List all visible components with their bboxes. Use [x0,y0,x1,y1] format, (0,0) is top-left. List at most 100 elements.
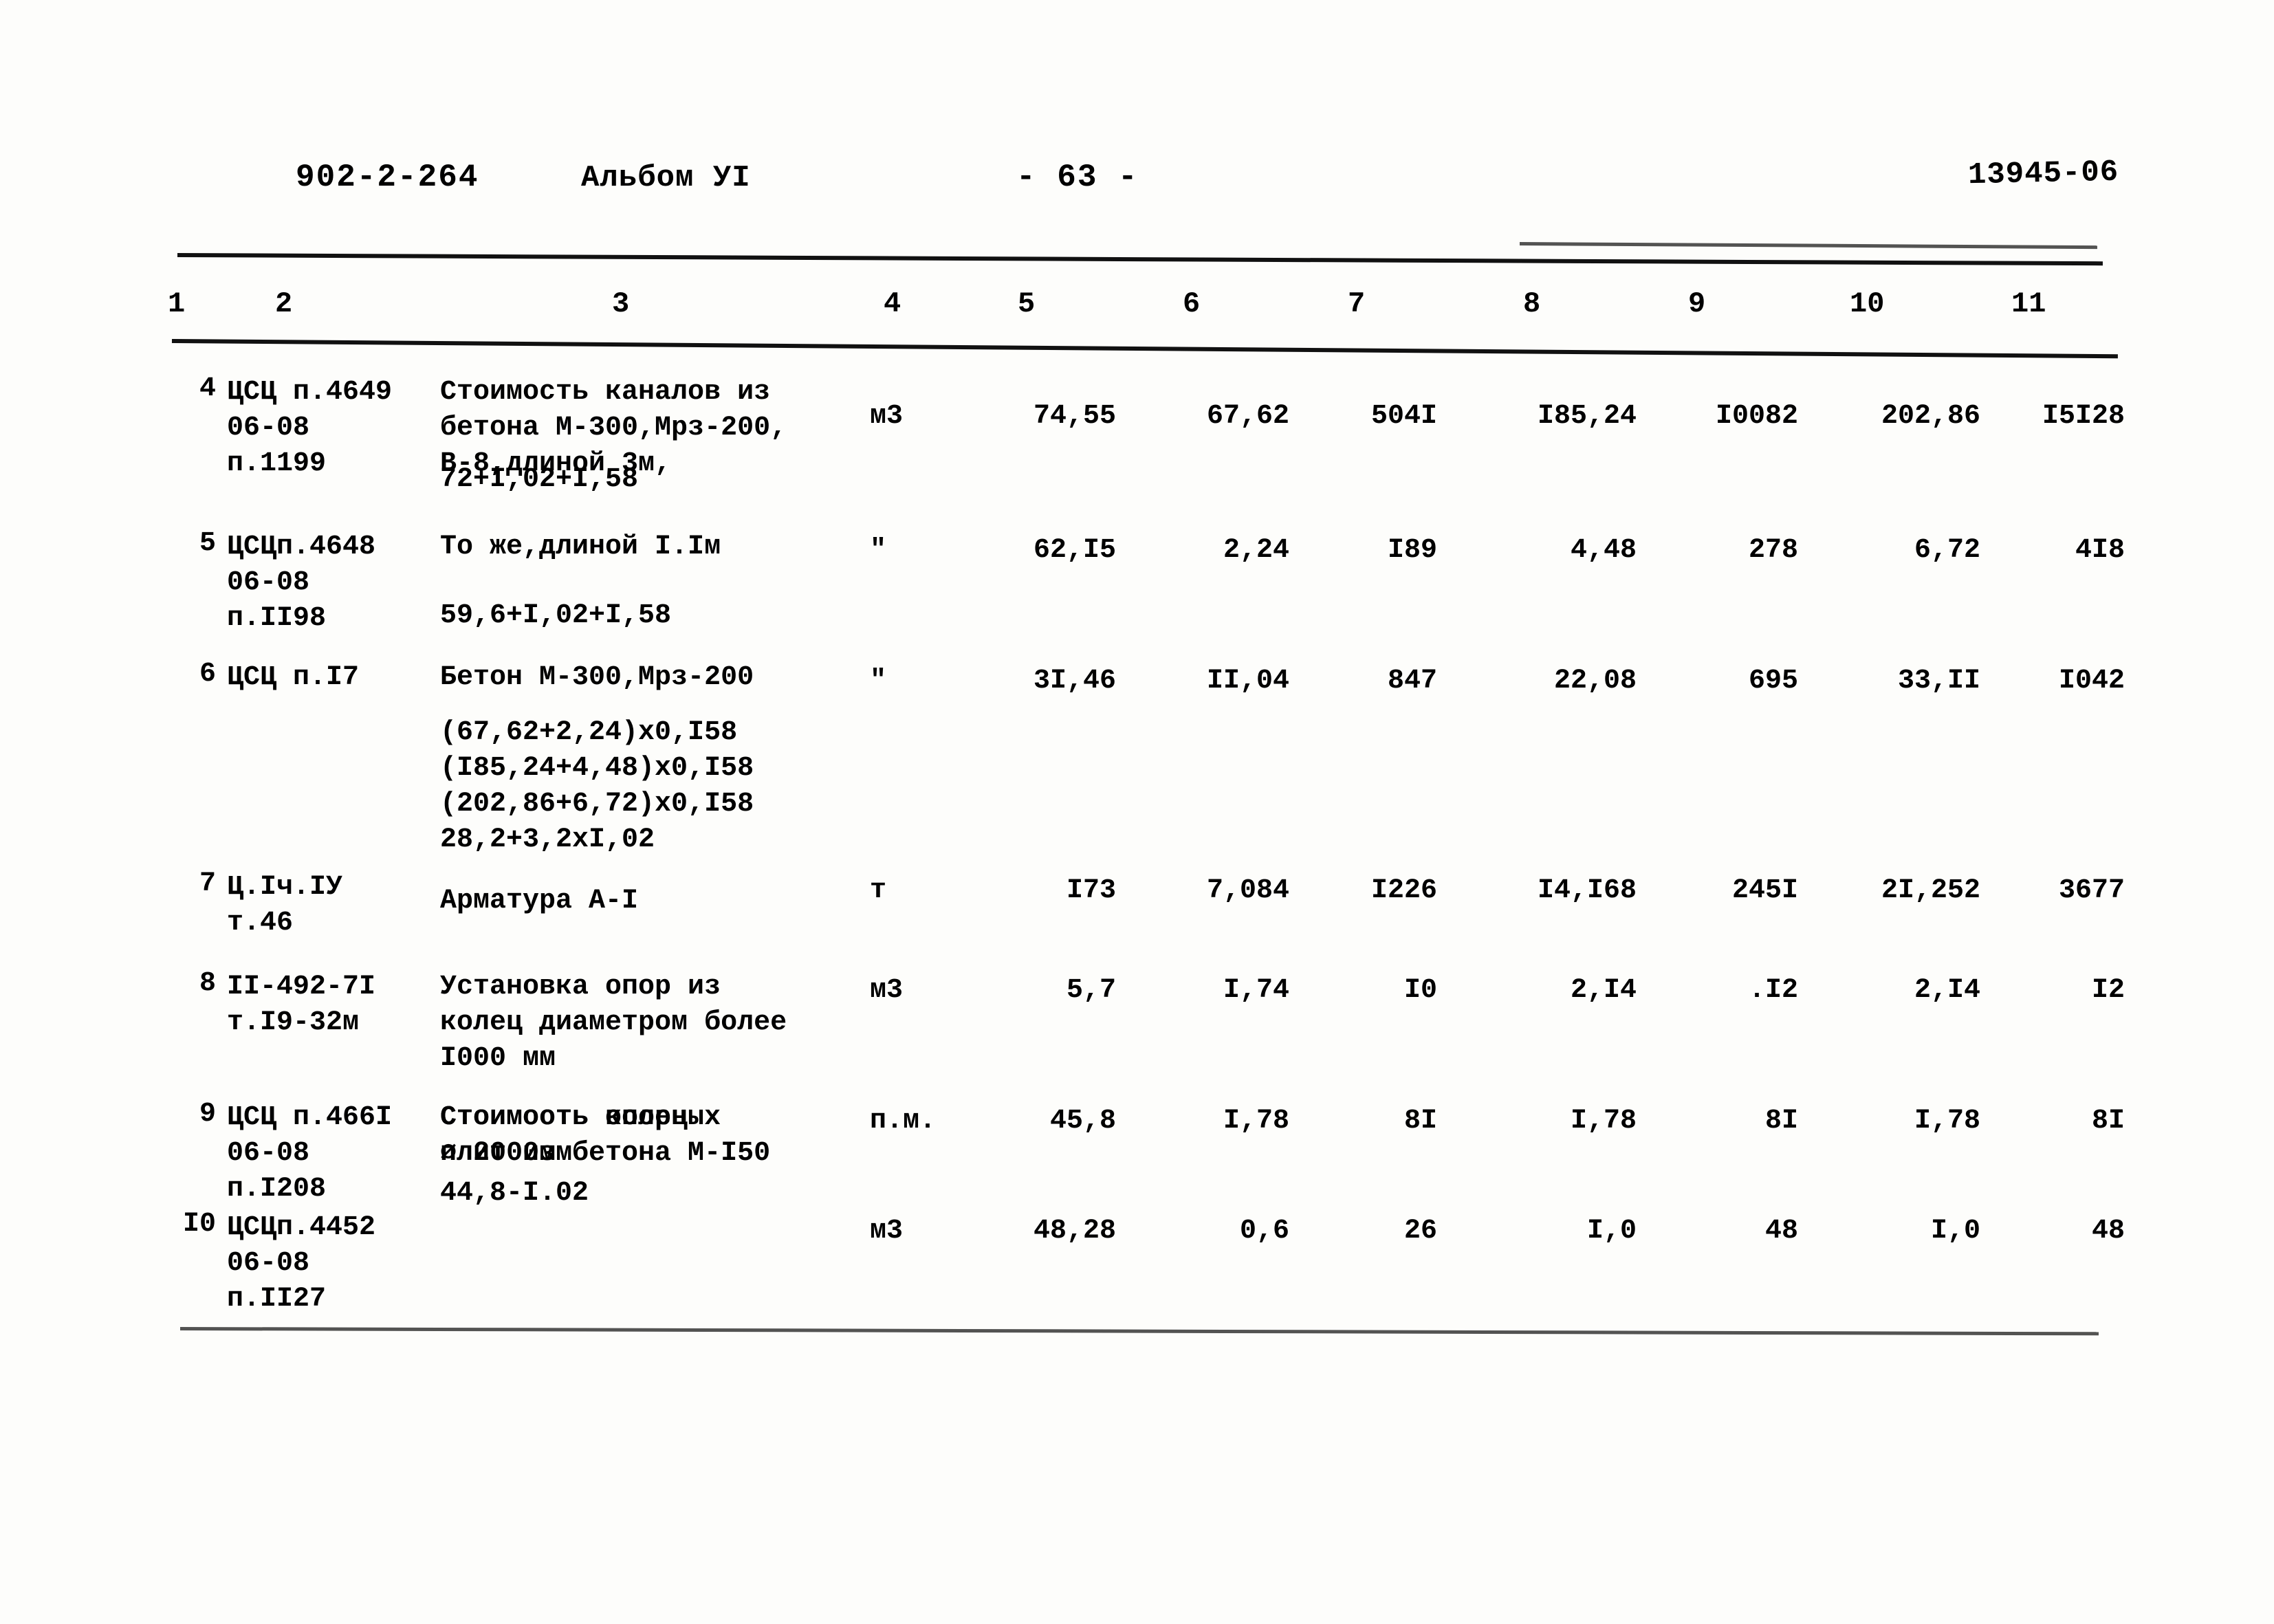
row-value-11: 8I [2091,1106,2125,1137]
column-header-11: 11 [2011,287,2046,320]
row-value-10: 2,I4 [1914,975,1980,1006]
row-number: 6 [199,659,216,690]
table-bottom-border [179,1327,2099,1336]
row-value-10: I,78 [1914,1106,1980,1137]
row-value-6: II,04 [1206,666,1289,696]
row-value-9: 8I [1764,1106,1798,1137]
row-value-7: I0 [1403,975,1437,1006]
row-value-6: 67,62 [1206,401,1289,432]
row-value-6: I,74 [1223,975,1289,1006]
row-justification: ЦСЦп.4452 06-08 п.II27 [227,1212,376,1315]
album-label: Альбом УI [581,161,751,195]
row-value-9: 48 [1764,1216,1798,1247]
row-value-9: I0082 [1715,401,1798,432]
row-description: Арматура А-I [440,886,639,917]
row-value-10: 202,86 [1881,401,1980,432]
row-value-7: 847 [1387,666,1437,696]
row-value-8: I,0 [1586,1216,1637,1247]
column-header-1: 1 [168,287,186,320]
column-header-8: 8 [1523,287,1541,320]
column-header-10: 10 [1850,287,1885,320]
table-header-border [171,339,2118,359]
row-value-6: I,78 [1223,1106,1289,1137]
row-unit: м3 [870,1216,904,1247]
row-value-5: 3I,46 [1033,666,1116,696]
row-value-8: 2,I4 [1570,975,1637,1006]
row-value-8: I85,24 [1537,401,1637,432]
row-justification: Ц.Iч.IУ т.46 [227,872,343,939]
document-header: 902-2-264 Альбом УI - 63 - [0,160,2274,208]
row-justification: ЦСЦ п.I7 [227,662,360,693]
row-calculation: (67,62+2,24)х0,I58 (I85,24+4,48)х0,I58 (… [440,717,754,855]
row-value-10: I,0 [1930,1216,1980,1247]
row-value-10: 6,72 [1914,535,1980,566]
drawing-code: 902-2-264 [296,160,479,195]
row-value-10: 33,II [1897,666,1980,696]
row-value-11: I2 [2091,975,2125,1006]
row-justification: ЦСЦ п.4649 06-08 п.1199 [227,377,393,479]
row-description: Стоимооть опорных плит из бетона М-I50 [440,1102,771,1169]
row-value-8: I4,I68 [1537,875,1637,906]
document-page: 902-2-264 Альбом УI - 63 - 13945-06 1 2 3 4… [0,0,2274,1624]
row-calculation: 59,6+I,02+I,58 [440,600,672,631]
row-unit: м3 [870,975,904,1006]
row-value-5: 62,I5 [1033,535,1116,566]
row-unit: п.м. [870,1106,937,1137]
row-value-5: 5,7 [1066,975,1116,1006]
row-value-5: 48,28 [1033,1216,1116,1247]
row-value-9: .I2 [1748,975,1798,1006]
row-value-8: 4,48 [1570,535,1637,566]
row-value-7: I89 [1387,535,1437,566]
row-justification: ЦСЦ п.466I 06-08 п.I208 [227,1102,393,1205]
row-number: 4 [199,373,216,404]
row-value-10: 2I,252 [1881,875,1980,906]
page-number: - 63 - [1016,160,1139,195]
row-value-11: 48 [2091,1216,2125,1247]
row-value-7: 504I [1370,401,1437,432]
row-value-6: 7,084 [1206,875,1289,906]
column-header-9: 9 [1688,287,1706,320]
row-value-6: 2,24 [1223,535,1289,566]
table-top-border [177,253,2103,266]
row-value-9: 245I [1731,875,1798,906]
row-number: 5 [199,528,216,559]
column-header-6: 6 [1183,287,1201,320]
column-header-5: 5 [1018,287,1036,320]
row-unit: " [870,535,887,566]
row-description: То же,длиной I.Iм [440,531,721,562]
row-number: 9 [199,1099,216,1130]
column-header-4: 4 [884,287,901,320]
archive-stamp: 13945-06 [1967,155,2119,193]
row-description: Установка опор из колец диаметром более … [440,972,787,1074]
row-value-6: 0,6 [1239,1216,1289,1247]
row-number: 8 [199,968,216,999]
row-number: 7 [199,868,216,899]
row-value-9: 278 [1748,535,1798,566]
row-value-7: I226 [1370,875,1437,906]
column-header-3: 3 [612,287,630,320]
row-value-5: 74,55 [1033,401,1116,432]
row-value-11: 4I8 [2075,535,2125,566]
row-justification: ЦСЦп.4648 06-08 п.II98 [227,531,376,634]
column-header-7: 7 [1348,287,1366,320]
row-value-11: I042 [2058,666,2125,696]
row-value-8: 22,08 [1553,666,1637,696]
row-unit: т [870,875,887,906]
row-value-5: 45,8 [1049,1106,1116,1137]
row-value-11: I5I28 [2042,401,2125,432]
row-justification: II-492-7I т.I9-32м [227,972,376,1038]
row-value-8: I,78 [1570,1106,1637,1137]
row-number: I0 [182,1209,216,1240]
row-value-7: 26 [1403,1216,1437,1247]
row-calculation: 72+I,02+I,58 [440,464,639,495]
column-header-2: 2 [275,287,293,320]
row-value-7: 8I [1403,1106,1437,1137]
row-calculation: 44,8-I.02 [440,1178,589,1209]
table-top-border-segment [1519,242,2097,250]
row-value-9: 695 [1748,666,1798,696]
row-value-5: I73 [1066,875,1116,906]
row-description: Бетон М-300,Мрз-200 [440,662,754,693]
row-unit: " [870,666,887,696]
row-value-11: 3677 [2058,875,2125,906]
row-unit: м3 [870,401,904,432]
